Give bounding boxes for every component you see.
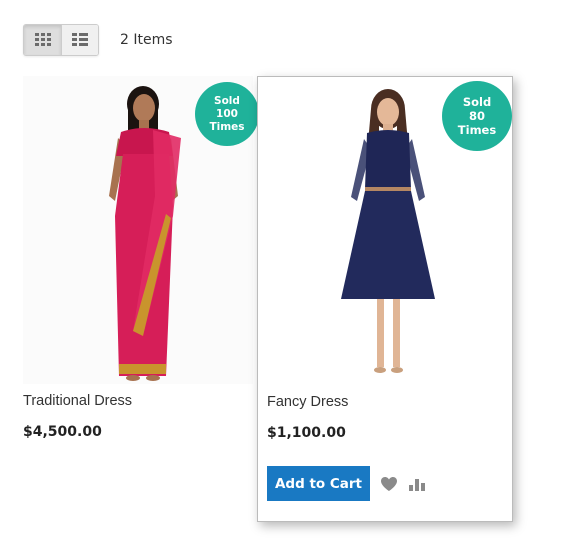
product-actions: Add to Cart	[267, 466, 426, 501]
list-view-button[interactable]	[61, 25, 98, 55]
product-price: $4,500.00	[23, 424, 102, 440]
add-to-wishlist-button[interactable]	[380, 476, 398, 492]
add-to-compare-button[interactable]	[408, 476, 426, 492]
products-toolbar: 2 Items	[23, 24, 173, 56]
bar-chart-icon	[409, 478, 425, 491]
items-count: 2 Items	[120, 32, 173, 48]
add-to-cart-button[interactable]: Add to Cart	[267, 466, 370, 501]
view-mode-switch	[23, 24, 99, 56]
product-price: $1,100.00	[267, 425, 346, 441]
heart-icon	[381, 476, 397, 491]
product-item: Sold 80 Times Fancy Dress $1,100.00 Add …	[257, 76, 513, 522]
product-name-link[interactable]: Fancy Dress	[267, 394, 348, 410]
grid-view-icon	[34, 33, 51, 46]
list-view-icon	[72, 33, 88, 46]
sold-count-badge: Sold 100 Times	[195, 82, 259, 146]
product-name-link[interactable]: Traditional Dress	[23, 393, 132, 409]
sold-count-badge: Sold 80 Times	[442, 81, 512, 151]
grid-view-button[interactable]	[24, 25, 61, 55]
